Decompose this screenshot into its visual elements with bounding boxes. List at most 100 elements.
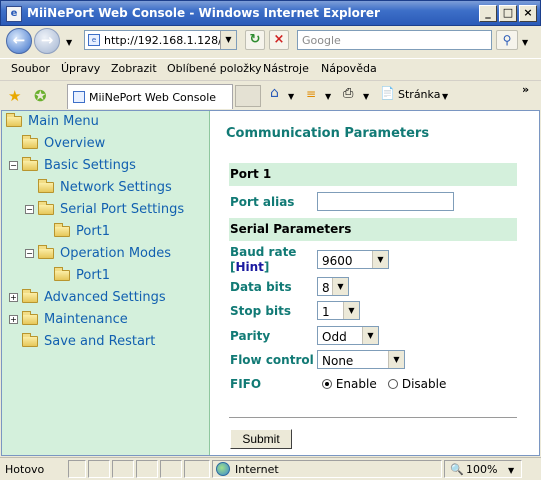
tree-save-and-restart[interactable]: Save and Restart: [22, 333, 155, 349]
toolbar-overflow-icon[interactable]: »: [522, 83, 529, 96]
status-pane: [136, 460, 158, 478]
stop-bits-value: 1: [322, 305, 330, 319]
tree-main-menu[interactable]: Main Menu: [6, 113, 99, 129]
tree-serial-port-settings[interactable]: Serial Port Settings: [38, 201, 185, 217]
page-menu[interactable]: Stránka: [398, 88, 440, 101]
baud-rate-select[interactable]: 9600 ▼: [317, 250, 389, 269]
tree-serial-port1[interactable]: Port1: [54, 223, 111, 239]
close-button[interactable]: ×: [519, 5, 537, 22]
tree-label: Basic Settings: [44, 158, 136, 173]
fifo-disable-radio[interactable]: Disable: [388, 377, 446, 391]
tree-label: Serial Port Settings: [60, 202, 185, 217]
status-pane: [68, 460, 86, 478]
tree-network-settings[interactable]: Network Settings: [38, 179, 172, 195]
page-content: Main Menu Overview − Basic Settings Netw…: [1, 110, 540, 456]
tree-advanced-settings[interactable]: Advanced Settings: [22, 289, 166, 305]
chevron-down-icon: ▼: [362, 327, 378, 344]
chevron-down-icon: ▼: [388, 351, 404, 368]
data-bits-label: Data bits: [230, 280, 292, 294]
menu-edit[interactable]: Úpravy: [61, 62, 100, 75]
menu-view[interactable]: Zobrazit: [111, 62, 157, 75]
folder-icon: [22, 311, 38, 325]
parity-value: Odd: [322, 330, 347, 344]
data-bits-select[interactable]: 8 ▼: [317, 277, 349, 296]
url-dropdown-icon[interactable]: ▼: [220, 31, 236, 49]
page-menu-icon[interactable]: 📄: [380, 86, 395, 100]
collapse-basic-settings-icon[interactable]: −: [9, 161, 18, 170]
folder-icon: [54, 267, 70, 281]
status-pane: [112, 460, 134, 478]
serial-section-header: Serial Parameters: [229, 218, 517, 241]
page-icon: e: [88, 34, 100, 46]
window-titlebar[interactable]: e MiiNePort Web Console - Windows Intern…: [0, 0, 541, 26]
maximize-button[interactable]: □: [499, 5, 517, 22]
page-icon: [73, 91, 85, 103]
tree-basic-settings[interactable]: Basic Settings: [22, 157, 136, 173]
home-dropdown-icon[interactable]: ▼: [288, 92, 294, 101]
add-favorite-icon[interactable]: ✪: [34, 87, 47, 105]
hint-link-wrapper: [Hint]: [230, 260, 270, 274]
minimize-button[interactable]: _: [479, 5, 497, 22]
tree-operation-modes[interactable]: Operation Modes: [38, 245, 172, 261]
tree-operation-port1[interactable]: Port1: [54, 267, 111, 283]
folder-icon: [54, 223, 70, 237]
zoom-icon: 🔍: [450, 463, 464, 476]
flow-control-value: None: [322, 354, 354, 368]
menu-file[interactable]: Soubor: [11, 62, 50, 75]
zoom-level[interactable]: 100%: [466, 463, 497, 476]
tab-bar: ★ ✪ MiiNePort Web Console ⌂ ▼ ≡ ▼ ⎙ ▼ 📄 …: [0, 80, 541, 110]
tab-miineport[interactable]: MiiNePort Web Console: [67, 84, 233, 109]
collapse-serial-port-icon[interactable]: −: [25, 205, 34, 214]
search-options-icon[interactable]: ▼: [522, 38, 528, 47]
stop-bits-select[interactable]: 1 ▼: [317, 301, 360, 320]
tree-overview[interactable]: Overview: [22, 135, 105, 151]
chevron-down-icon: ▼: [372, 251, 388, 268]
tab-label: MiiNePort Web Console: [89, 91, 217, 104]
parity-label: Parity: [230, 329, 271, 343]
radio-unselected-icon: [388, 379, 398, 389]
status-text: Hotovo: [5, 463, 45, 476]
menu-help[interactable]: Nápověda: [321, 62, 377, 75]
home-icon[interactable]: ⌂: [270, 85, 279, 101]
url-field[interactable]: e http://192.168.1.128/ ▼: [84, 30, 237, 50]
new-tab-button[interactable]: [235, 85, 261, 107]
search-input[interactable]: Google: [297, 30, 492, 50]
submit-button[interactable]: Submit: [230, 429, 292, 449]
tree-label: Network Settings: [60, 180, 172, 195]
menu-tools[interactable]: Nástroje: [263, 62, 309, 75]
expand-maintenance-icon[interactable]: +: [9, 315, 18, 324]
tree-label: Operation Modes: [60, 246, 172, 261]
print-dropdown-icon[interactable]: ▼: [363, 92, 369, 101]
refresh-icon[interactable]: ↻: [245, 30, 265, 50]
port-alias-label: Port alias: [230, 195, 295, 209]
expand-advanced-settings-icon[interactable]: +: [9, 293, 18, 302]
page-dropdown-icon[interactable]: ▼: [442, 92, 448, 101]
feeds-icon[interactable]: ≡: [306, 87, 316, 101]
forward-arrow-icon[interactable]: →: [34, 28, 60, 54]
status-pane: [88, 460, 110, 478]
hint-link[interactable]: Hint: [235, 260, 263, 274]
fifo-enable-radio[interactable]: Enable: [322, 377, 377, 391]
parity-select[interactable]: Odd ▼: [317, 326, 379, 345]
flow-control-label: Flow control: [230, 353, 314, 367]
collapse-operation-modes-icon[interactable]: −: [25, 249, 34, 258]
tree-maintenance[interactable]: Maintenance: [22, 311, 128, 327]
zoom-dropdown-icon[interactable]: ▼: [508, 466, 514, 475]
tree-label: Port1: [76, 224, 111, 239]
back-arrow-icon[interactable]: ←: [6, 28, 32, 54]
port-alias-input[interactable]: [317, 192, 454, 211]
port-section-header: Port 1: [229, 163, 517, 186]
flow-control-select[interactable]: None ▼: [317, 350, 405, 369]
ie-app-icon: e: [6, 6, 22, 22]
favorites-star-icon[interactable]: ★: [8, 87, 21, 105]
stop-icon[interactable]: ×: [269, 30, 289, 50]
menu-favorites[interactable]: Oblíbené položky: [167, 62, 262, 75]
main-panel: Communication Parameters Port 1 Port ali…: [211, 111, 539, 455]
feeds-dropdown-icon[interactable]: ▼: [325, 92, 331, 101]
search-icon[interactable]: ⚲: [496, 30, 518, 50]
history-dropdown-icon[interactable]: ▼: [66, 38, 72, 47]
print-icon[interactable]: ⎙: [343, 86, 353, 101]
tree-label: Port1: [76, 268, 111, 283]
folder-icon: [6, 113, 22, 127]
section-title: Serial Parameters: [230, 222, 352, 236]
